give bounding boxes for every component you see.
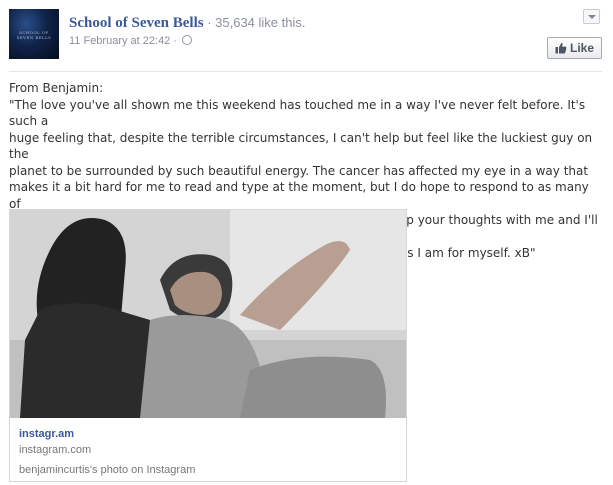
link-caption: benjamincurtis's photo on Instagram <box>19 464 196 476</box>
header-divider <box>9 71 602 72</box>
link-title[interactable]: instagr.am <box>19 426 195 442</box>
link-domain: instagram.com <box>19 444 92 456</box>
link-info: instagr.am instagram.com benjamincurtis'… <box>19 426 195 478</box>
post-line: huge feeling that, despite the terrible … <box>9 130 593 162</box>
link-attachment[interactable]: instagr.am instagram.com benjamincurtis'… <box>9 209 407 482</box>
photo-illustration <box>10 210 406 418</box>
thumbs-up-icon <box>555 42 567 54</box>
post-line: makes it a bit hard for me to read and t… <box>9 180 589 211</box>
chevron-down-icon <box>588 15 596 19</box>
post-meta: 11 February at 22:42 · <box>69 35 193 47</box>
like-button-label: Like <box>570 41 595 55</box>
post-header: School of Seven Bells · 35,634 like this… <box>69 14 305 32</box>
post-line: "The love you've all shown me this weeke… <box>9 97 586 129</box>
post-line: planet to be surrounded by such beautifu… <box>9 163 589 178</box>
avatar-text: SCHOOL OF SEVEN BELLS <box>16 30 52 40</box>
post-line: From Benjamin: <box>9 81 104 95</box>
like-button[interactable]: Like <box>547 37 602 59</box>
page-avatar[interactable]: SCHOOL OF SEVEN BELLS <box>9 9 59 59</box>
post-options-button[interactable] <box>583 9 600 24</box>
globe-icon <box>182 35 193 45</box>
page-name-link[interactable]: School of Seven Bells <box>69 15 204 31</box>
instagram-photo[interactable] <box>10 210 406 418</box>
post-timestamp[interactable]: 11 February at 22:42 · <box>69 35 180 47</box>
like-count: · 35,634 like this. <box>203 15 306 30</box>
